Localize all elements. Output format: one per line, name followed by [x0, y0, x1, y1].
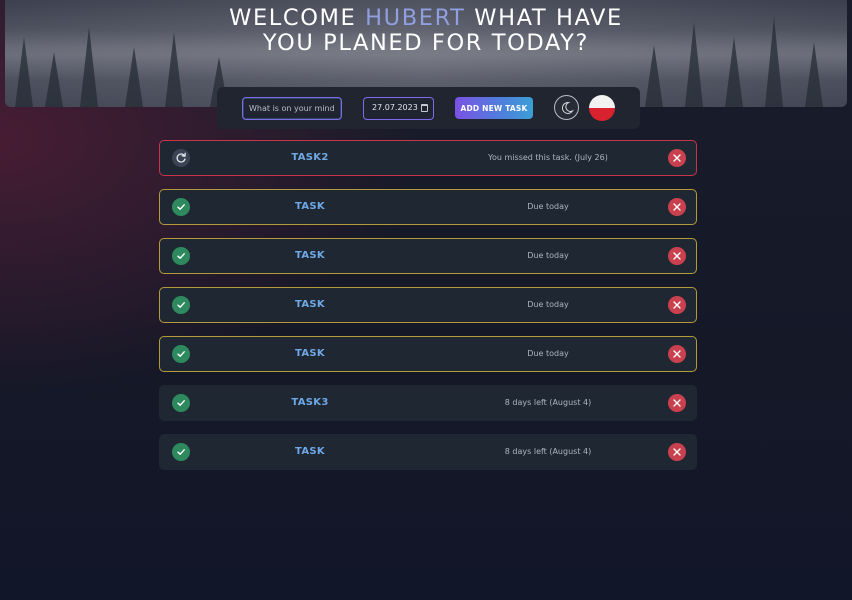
language-flag-button[interactable] [589, 95, 615, 121]
complete-task-button[interactable] [172, 345, 190, 363]
moon-icon [561, 101, 574, 114]
check-icon [177, 204, 185, 210]
page-title: WELCOME HUBERT WHAT HAVE YOU PLANED FOR … [226, 6, 626, 56]
task-row: TASK 8 days left (August 4) [159, 434, 697, 470]
delete-task-button[interactable] [668, 149, 686, 167]
complete-task-button[interactable] [172, 296, 190, 314]
redo-button[interactable] [172, 149, 190, 167]
task-row: TASK Due today [159, 189, 697, 225]
check-icon [177, 351, 185, 357]
check-icon [177, 400, 185, 406]
calendar-icon[interactable] [421, 104, 428, 112]
task-name: TASK [295, 299, 325, 310]
tree-silhouette [685, 22, 703, 107]
close-icon [673, 154, 681, 162]
tree-silhouette [765, 17, 783, 107]
tree-silhouette [165, 32, 183, 107]
title-welcome: WELCOME [229, 5, 357, 31]
task-name: TASK [295, 348, 325, 359]
close-icon [673, 448, 681, 456]
complete-task-button[interactable] [172, 394, 190, 412]
task-status: Due today [527, 251, 569, 260]
date-value: 27.07.2023 [372, 103, 418, 112]
task-name: TASK [295, 201, 325, 212]
check-icon [177, 253, 185, 259]
delete-task-button[interactable] [668, 198, 686, 216]
delete-task-button[interactable] [668, 443, 686, 461]
check-icon [177, 302, 185, 308]
task-row: TASK Due today [159, 287, 697, 323]
task-status: Due today [527, 202, 569, 211]
redo-icon [176, 152, 186, 163]
task-name: TASK [295, 446, 325, 457]
task-name: TASK2 [291, 152, 329, 163]
tree-silhouette [15, 37, 33, 107]
close-icon [673, 301, 681, 309]
add-task-button[interactable]: ADD NEW TASK [455, 97, 533, 119]
tree-silhouette [45, 52, 63, 107]
task-controls: 27.07.2023 ADD NEW TASK [217, 87, 640, 129]
close-icon [673, 252, 681, 260]
task-status: 8 days left (August 4) [504, 398, 592, 407]
delete-task-button[interactable] [668, 296, 686, 314]
task-status: 8 days left (August 4) [504, 447, 592, 456]
task-input[interactable] [242, 97, 342, 120]
delete-task-button[interactable] [668, 394, 686, 412]
tree-silhouette [80, 27, 98, 107]
delete-task-button[interactable] [668, 345, 686, 363]
task-row: TASK Due today [159, 238, 697, 274]
tree-silhouette [125, 47, 143, 107]
complete-task-button[interactable] [172, 443, 190, 461]
theme-toggle-button[interactable] [554, 95, 579, 120]
tree-silhouette [725, 37, 743, 107]
delete-task-button[interactable] [668, 247, 686, 265]
task-status: Due today [527, 300, 569, 309]
close-icon [673, 399, 681, 407]
check-icon [177, 449, 185, 455]
user-name: HUBERT [365, 5, 466, 31]
task-status: Due today [527, 349, 569, 358]
task-name: TASK [295, 250, 325, 261]
close-icon [673, 350, 681, 358]
task-row: TASK2 You missed this task. (July 26) [159, 140, 697, 176]
task-name: TASK3 [291, 397, 329, 408]
date-input[interactable]: 27.07.2023 [363, 97, 434, 120]
complete-task-button[interactable] [172, 198, 190, 216]
tree-silhouette [805, 42, 823, 107]
task-row: TASK Due today [159, 336, 697, 372]
close-icon [673, 203, 681, 211]
task-status: You missed this task. (July 26) [488, 153, 608, 162]
task-row: TASK3 8 days left (August 4) [159, 385, 697, 421]
tree-silhouette [645, 45, 663, 107]
complete-task-button[interactable] [172, 247, 190, 265]
